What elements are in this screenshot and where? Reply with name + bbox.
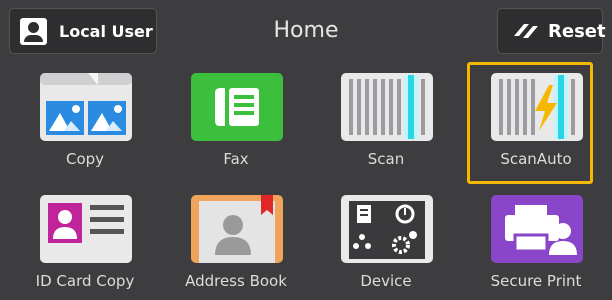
tile-label: Copy bbox=[65, 150, 105, 168]
reset-button[interactable]: Reset bbox=[497, 8, 606, 54]
reset-label: Reset bbox=[548, 20, 606, 42]
tile-label: Fax bbox=[223, 150, 249, 168]
secure-print-icon bbox=[491, 195, 583, 263]
scan-icon bbox=[341, 73, 433, 141]
tile-label: Address Book bbox=[185, 272, 287, 290]
tile-label: Secure Print bbox=[490, 272, 582, 290]
copy-icon bbox=[40, 73, 132, 141]
reset-icon bbox=[514, 24, 538, 38]
device-icon bbox=[341, 195, 433, 263]
tile-label: Scan bbox=[367, 150, 405, 168]
tile-device[interactable]: Device bbox=[316, 184, 456, 300]
tile-address-book[interactable]: Address Book bbox=[166, 184, 306, 300]
selection-highlight bbox=[467, 62, 593, 184]
tile-label: ID Card Copy bbox=[35, 272, 135, 290]
address-book-icon bbox=[191, 195, 283, 263]
fax-icon bbox=[191, 73, 283, 141]
tile-scan[interactable]: Scan bbox=[316, 62, 456, 178]
tile-copy[interactable]: Copy bbox=[15, 62, 155, 178]
tile-fax[interactable]: Fax bbox=[166, 62, 306, 178]
tile-label: Device bbox=[360, 272, 412, 290]
id-card-icon bbox=[40, 195, 132, 263]
top-bar: Local User Home Reset bbox=[0, 0, 612, 62]
tile-secure-print[interactable]: Secure Print bbox=[466, 184, 606, 300]
tile-id-card-copy[interactable]: ID Card Copy bbox=[15, 184, 155, 300]
